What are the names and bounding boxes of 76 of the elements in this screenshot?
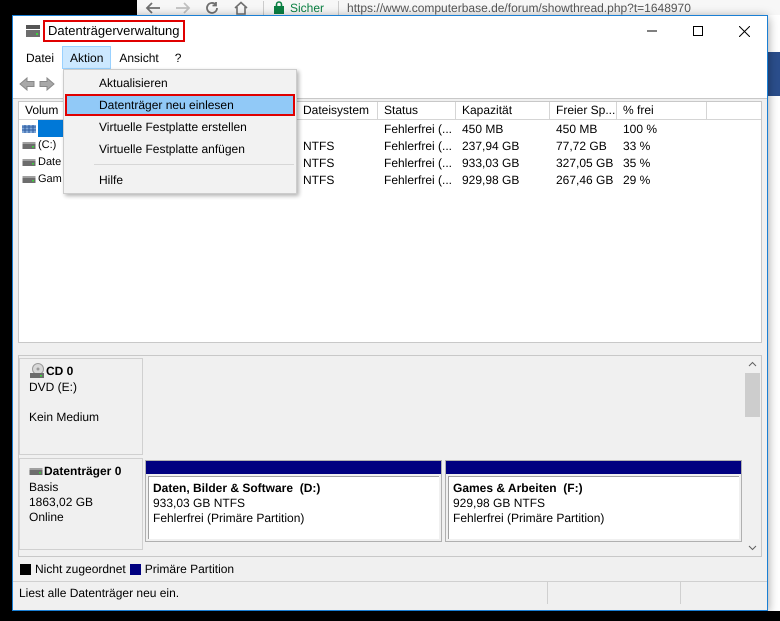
table-cell-text: 267,46 GB	[556, 172, 614, 188]
forward-icon[interactable]	[175, 0, 191, 14]
legend-label: Primäre Partition	[144, 561, 234, 578]
table-cell-text: 450 MB	[556, 120, 598, 138]
drive-icon	[22, 175, 36, 184]
table-cell-text: 100 %	[623, 120, 658, 138]
scroll-down-icon[interactable]	[748, 545, 757, 551]
close-icon	[738, 26, 750, 36]
menu-entry[interactable]: Aktualisieren	[65, 72, 295, 94]
table-cell-text: 929,98 GB	[462, 172, 520, 188]
window-title: Datenträgerverwaltung	[43, 20, 185, 42]
table-cell-text: 33 %	[623, 138, 650, 154]
table-cell-text: Fehlerfrei (...	[384, 138, 452, 154]
table-cell-text: Fehlerfrei (...	[384, 172, 452, 188]
disk-info: Basis	[29, 480, 60, 495]
disk-name: CD 0	[46, 363, 74, 380]
menu-item[interactable]: Datei	[18, 46, 62, 69]
partition-block[interactable]: Daten, Bilder & Software (D:) 933,03 GB NTFS Fehlerfrei (Primäre Partition)	[145, 460, 442, 542]
column-header[interactable]: Dateisystem	[297, 102, 378, 120]
table-cell-text: NTFS	[303, 154, 334, 172]
menu-item[interactable]: ?	[166, 46, 190, 69]
table-cell-text: Fehlerfrei (...	[384, 154, 452, 172]
app-icon	[25, 24, 41, 38]
menu-entry[interactable]: Datenträger neu einlesen	[65, 94, 295, 116]
reload-icon[interactable]	[205, 0, 219, 14]
selected-row-highlight[interactable]	[38, 120, 64, 137]
column-header[interactable]: % frei	[617, 102, 707, 120]
drive-icon	[22, 158, 36, 167]
menu-entry[interactable]: Virtuelle Festplatte anfügen	[65, 138, 295, 160]
partition-name: Daten, Bilder & Software (D:)	[153, 481, 322, 496]
forward-arrow-icon[interactable]	[39, 76, 55, 90]
home-icon[interactable]	[233, 0, 249, 14]
lock-icon	[274, 1, 284, 14]
cd-drive-icon	[29, 363, 45, 379]
menu-entry[interactable]: Virtuelle Festplatte erstellen	[65, 116, 295, 138]
legend-label: Nicht zugeordnet	[35, 561, 126, 578]
status-text: Liest alle Datenträger neu ein.	[18, 585, 180, 602]
disk-info: DVD (E:)	[29, 380, 78, 395]
partition-icon	[22, 124, 36, 132]
table-cell-text: 29 %	[623, 172, 650, 188]
security-label: Sicher	[290, 0, 324, 14]
disk-info: Online	[29, 510, 65, 525]
table-cell-text: Fehlerfrei (...	[384, 120, 452, 138]
table-cell-text: 933,03 GB	[462, 154, 520, 172]
menu-item[interactable]: Aktion	[62, 46, 112, 69]
table-cell-text: NTFS	[303, 172, 334, 188]
partition-size: 929,98 GB NTFS	[453, 496, 546, 511]
back-icon[interactable]	[145, 0, 161, 14]
menu-item[interactable]: Ansicht	[111, 46, 167, 69]
back-arrow-icon[interactable]	[19, 76, 35, 90]
table-cell-text: 237,94 GB	[462, 138, 520, 154]
table-cell-text: 77,72 GB	[556, 138, 607, 154]
table-cell-text: 327,05 GB	[556, 154, 614, 172]
table-cell-text: 450 MB	[462, 120, 504, 138]
partition-size: 933,03 GB NTFS	[153, 496, 246, 511]
table-cell-text: (C:)	[38, 138, 56, 154]
drive-icon	[22, 141, 36, 150]
scroll-up-icon[interactable]	[748, 361, 757, 367]
table-cell-text: Gam	[38, 172, 62, 188]
partition-block[interactable]: Games & Arbeiten (F:) 929,98 GB NTFS Fehlerfrei (Primäre Partition)	[445, 460, 742, 542]
disk-name: Datenträger 0	[44, 463, 122, 480]
drive-icon	[29, 466, 43, 476]
scroll-thumb[interactable]	[745, 373, 760, 417]
partition-status: Fehlerfrei (Primäre Partition)	[453, 511, 606, 526]
menu-entry[interactable]: Hilfe	[65, 169, 295, 191]
column-header[interactable]: Kapazität	[456, 102, 550, 120]
table-cell-text: 35 %	[623, 154, 650, 172]
table-cell-text: NTFS	[303, 138, 334, 154]
partition-status: Fehlerfrei (Primäre Partition)	[153, 511, 306, 526]
disk-info: Kein Medium	[29, 410, 100, 425]
maximize-icon	[693, 26, 703, 36]
column-header[interactable]: Status	[378, 102, 456, 120]
disk-info: 1863,02 GB	[29, 495, 94, 510]
partition-name: Games & Arbeiten (F:)	[453, 481, 584, 496]
table-cell-text: Date	[38, 155, 62, 170]
column-header[interactable]: Freier Sp...	[550, 102, 617, 120]
